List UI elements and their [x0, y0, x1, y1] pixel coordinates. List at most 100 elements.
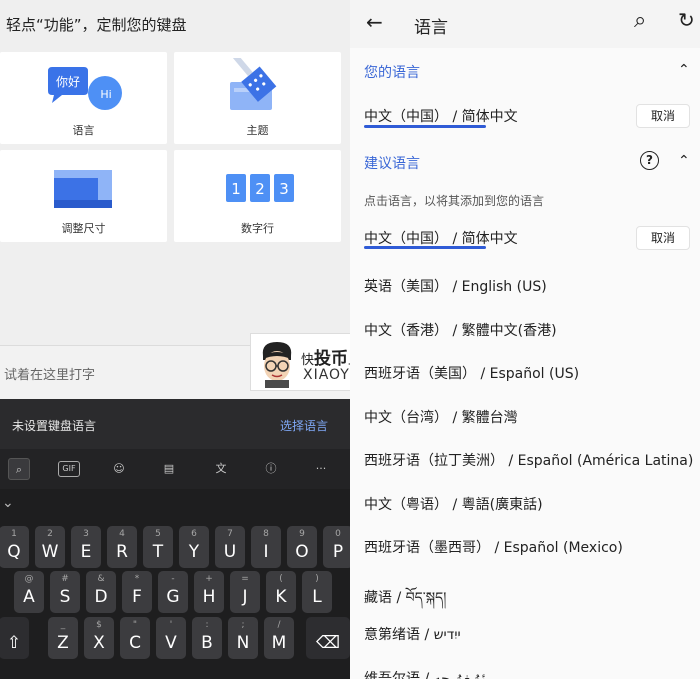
key-label: I — [263, 542, 269, 562]
help-icon-glyph: ? — [646, 153, 653, 167]
key-x[interactable]: $ X — [84, 617, 114, 659]
key-hint: - — [171, 574, 175, 584]
card-resize[interactable]: 调整尺寸 — [0, 150, 167, 242]
suggested-selected-item[interactable]: 中文（中国） / 简体中文 — [364, 228, 518, 248]
key-d[interactable]: & D — [86, 571, 116, 613]
paint-brush-icon — [230, 58, 277, 110]
suggested-language-item[interactable]: 意第绪语 / ייִדיש — [364, 624, 461, 644]
key-hint: 8 — [263, 529, 269, 539]
sticker-icon[interactable]: ☺ — [108, 458, 130, 480]
key-hint: : — [205, 620, 209, 630]
key-c[interactable]: " C — [120, 617, 150, 659]
collapse-suggested-icon[interactable]: ⌃ — [678, 153, 690, 169]
card-theme[interactable]: 主题 — [174, 52, 341, 144]
key-hint: / — [277, 620, 281, 630]
key-b[interactable]: :B — [192, 617, 222, 659]
key-l[interactable]: ) L — [302, 571, 332, 613]
key-n[interactable]: ; N — [228, 617, 258, 659]
key-t[interactable]: 5T — [143, 526, 173, 568]
back-arrow-icon[interactable]: ← — [366, 10, 383, 34]
key-v[interactable]: ' V — [156, 617, 186, 659]
key-h[interactable]: + H — [194, 571, 224, 613]
search-icon[interactable]: ⌕ — [634, 8, 646, 33]
key-k[interactable]: (K — [266, 571, 296, 613]
suggested-language-item[interactable]: 英语（美国） / English (US) — [364, 276, 547, 296]
key-label: U — [223, 542, 237, 562]
more-icon[interactable]: ··· — [310, 458, 332, 480]
key-hint: _ — [60, 620, 66, 630]
key-hint: 0 — [335, 529, 341, 539]
card-language[interactable]: 你好 Hi 语言 — [0, 52, 167, 144]
key-label: K — [275, 587, 287, 607]
num-key-2: 2 — [255, 180, 265, 198]
info-icon[interactable]: ⓘ — [260, 458, 282, 480]
remove-suggested-button[interactable]: 取消 — [636, 226, 690, 250]
feature-header: 轻点“功能”，定制您的键盘 — [6, 16, 187, 34]
key-s[interactable]: # S — [50, 571, 80, 613]
screen: 轻点“功能”，定制您的键盘 你好 Hi 语言 主题 调整尺寸 1 2 3 数字行… — [0, 0, 700, 679]
suggested-language-item[interactable]: 藏语 / བོད་སྐད། — [364, 581, 446, 621]
key-w[interactable]: 2W — [35, 526, 65, 568]
refresh-icon[interactable]: ↻ — [678, 8, 695, 32]
key-hint: + — [205, 574, 213, 584]
key-label: R — [116, 542, 128, 562]
key-m[interactable]: / M — [264, 617, 294, 659]
suggested-language-item[interactable]: 西班牙语（美国） / Español (US) — [364, 363, 579, 383]
slogan-part-big: 投币 — [314, 349, 349, 369]
key-label: F — [132, 587, 142, 607]
backspace-key[interactable]: ⌫ — [306, 617, 350, 659]
key-y[interactable]: 6Y — [179, 526, 209, 568]
suggested-language-item[interactable]: 中文（粤语） / 粵語(廣東話) — [364, 494, 543, 514]
key-hint: ; — [241, 620, 245, 630]
search-icon[interactable]: ⌕ — [8, 458, 30, 480]
language-settings-panel: ← 语言 ⌕ ↻ 您的语言 ⌃ 中文（中国） / 简体中文 取消 建议语言 ? … — [350, 0, 700, 679]
speech-bubbles-icon: 你好 Hi — [48, 67, 122, 110]
banner-text: 未设置键盘语言 — [12, 419, 97, 433]
key-label: D — [94, 587, 108, 607]
suggested-language-item[interactable]: 维吾尔语 / ئۇيغۇرچە — [364, 668, 486, 679]
key-hint: ) — [315, 574, 319, 584]
key-z[interactable]: _ Z — [48, 617, 78, 659]
app-bar: ← 语言 ⌕ ↻ — [350, 0, 700, 48]
card-label-number-row: 数字行 — [241, 222, 274, 235]
suggested-language-item[interactable]: 西班牙语（墨西哥） / Español (Mexico) — [364, 537, 623, 557]
remove-language-button[interactable]: 取消 — [636, 104, 690, 128]
key-label: B — [201, 633, 213, 653]
key-j[interactable]: = J — [230, 571, 260, 613]
card-number-row[interactable]: 1 2 3 数字行 — [174, 150, 341, 242]
key-r[interactable]: 4R — [107, 526, 137, 568]
key-hint: & — [97, 574, 105, 584]
key-p[interactable]: 0P — [323, 526, 350, 568]
key-u[interactable]: 7U — [215, 526, 245, 568]
key-label: ⇧ — [6, 633, 22, 653]
select-language-link[interactable]: 选择语言 — [280, 417, 328, 434]
key-hint: 2 — [47, 529, 53, 539]
translate-icon[interactable]: 文 — [210, 458, 232, 480]
key-f[interactable]: * F — [122, 571, 152, 613]
key-o[interactable]: 9O — [287, 526, 317, 568]
card-label-resize: 调整尺寸 — [61, 222, 106, 235]
key-e[interactable]: 3E — [71, 526, 101, 568]
shift-key[interactable]: ⇧ — [0, 617, 29, 659]
suggested-language-item[interactable]: 西班牙语（拉丁美洲） / Español (América Latina) — [364, 450, 693, 470]
clipboard-icon[interactable]: ▤ — [158, 458, 180, 480]
key-label: P — [332, 542, 344, 562]
key-hint: 6 — [191, 529, 197, 539]
help-icon[interactable]: ? — [640, 151, 659, 170]
key-q[interactable]: 1Q — [0, 526, 29, 568]
collapse-icon[interactable]: ⌄ — [2, 495, 14, 511]
key-a[interactable]: @ A — [14, 571, 44, 613]
suggested-language-item[interactable]: 中文（香港） / 繁體中文(香港) — [364, 320, 557, 340]
key-label: H — [202, 587, 216, 607]
key-i[interactable]: 8I — [251, 526, 281, 568]
key-label: Q — [7, 542, 21, 562]
key-label: W — [41, 542, 59, 562]
suggested-language-item[interactable]: 中文（台湾） / 繁體台灣 — [364, 407, 518, 427]
key-hint: ( — [279, 574, 283, 584]
key-label: O — [295, 542, 309, 562]
gif-icon[interactable]: GIF — [58, 461, 80, 477]
keyboard-toolbar: ⌕ GIF ☺ ▤ 文 ⓘ ··· — [0, 449, 350, 489]
collapse-your-languages-icon[interactable]: ⌃ — [678, 62, 690, 78]
key-g[interactable]: -G — [158, 571, 188, 613]
your-language-item[interactable]: 中文（中国） / 简体中文 — [364, 106, 518, 126]
